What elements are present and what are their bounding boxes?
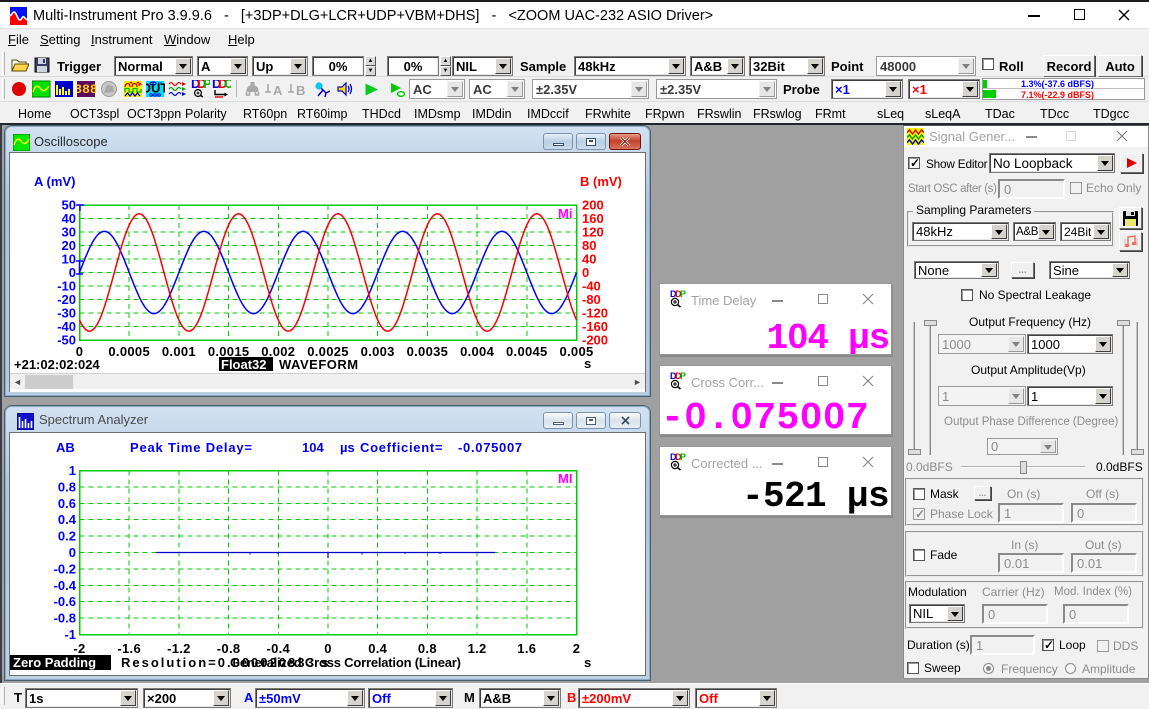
svg-text:A: A (273, 83, 283, 98)
svg-text:-0.4: -0.4 (54, 578, 77, 593)
svg-text:Generalized Cross Correlation: Generalized Cross Correlation (Linear) (230, 655, 461, 670)
svg-text:MI: MI (558, 471, 572, 486)
svg-text:-1: -1 (64, 627, 76, 642)
svg-text:WAVEFORM: WAVEFORM (279, 357, 359, 372)
svg-text:Zero Padding: Zero Padding (13, 655, 96, 670)
svg-text:-0.6: -0.6 (54, 594, 76, 609)
svg-text:0.0045: 0.0045 (506, 344, 548, 359)
svg-text:s: s (584, 356, 591, 371)
svg-text:0.0035: 0.0035 (407, 344, 449, 359)
svg-text:-0.4: -0.4 (266, 641, 290, 656)
svg-text:Coefficient=: Coefficient= (360, 440, 443, 455)
svg-text:0.003: 0.003 (361, 344, 395, 359)
svg-text:B: B (296, 83, 305, 98)
svg-text:-1.2: -1.2 (167, 641, 191, 656)
svg-text:0: 0 (69, 545, 76, 560)
svg-text:P: P (203, 80, 210, 91)
svg-text:2: 2 (573, 641, 581, 656)
svg-text:AB: AB (56, 440, 75, 455)
svg-text:s: s (584, 655, 591, 670)
svg-text:0.8: 0.8 (418, 641, 437, 656)
svg-text:-0.2: -0.2 (54, 561, 76, 576)
svg-text:0.001: 0.001 (162, 344, 196, 359)
svg-text:-50: -50 (57, 333, 76, 348)
svg-text:Peak Time Delay=: Peak Time Delay= (130, 440, 253, 455)
svg-text:0.004: 0.004 (460, 344, 495, 359)
svg-text:-1.6: -1.6 (117, 641, 141, 656)
svg-text:Float32: Float32 (221, 357, 267, 372)
svg-text:C: C (224, 80, 231, 91)
svg-text:1.2: 1.2 (468, 641, 487, 656)
svg-text:0.6: 0.6 (58, 496, 76, 511)
svg-text:µs: µs (340, 440, 355, 455)
svg-text:0.4: 0.4 (58, 512, 77, 527)
svg-text:888: 888 (77, 82, 96, 97)
svg-text:0.2: 0.2 (58, 529, 76, 544)
svg-text:0.8: 0.8 (58, 479, 76, 494)
svg-text:0.0005: 0.0005 (108, 344, 150, 359)
svg-text:+21:02:02:024: +21:02:02:024 (14, 357, 100, 372)
svg-text:-0.8: -0.8 (217, 641, 241, 656)
svg-text:Mi: Mi (558, 206, 572, 221)
svg-text:1.6: 1.6 (517, 641, 536, 656)
svg-text:0: 0 (324, 641, 332, 656)
svg-text:B (mV): B (mV) (580, 174, 622, 189)
svg-text:104: 104 (302, 440, 324, 455)
svg-text:DUT: DUT (146, 81, 165, 96)
svg-text:A (mV): A (mV) (34, 174, 75, 189)
svg-text:1: 1 (69, 463, 76, 478)
svg-text:-2: -2 (73, 641, 85, 656)
svg-text:0.4: 0.4 (368, 641, 387, 656)
svg-text:-0.8: -0.8 (54, 611, 76, 626)
svg-text:-0.075007: -0.075007 (458, 440, 523, 455)
